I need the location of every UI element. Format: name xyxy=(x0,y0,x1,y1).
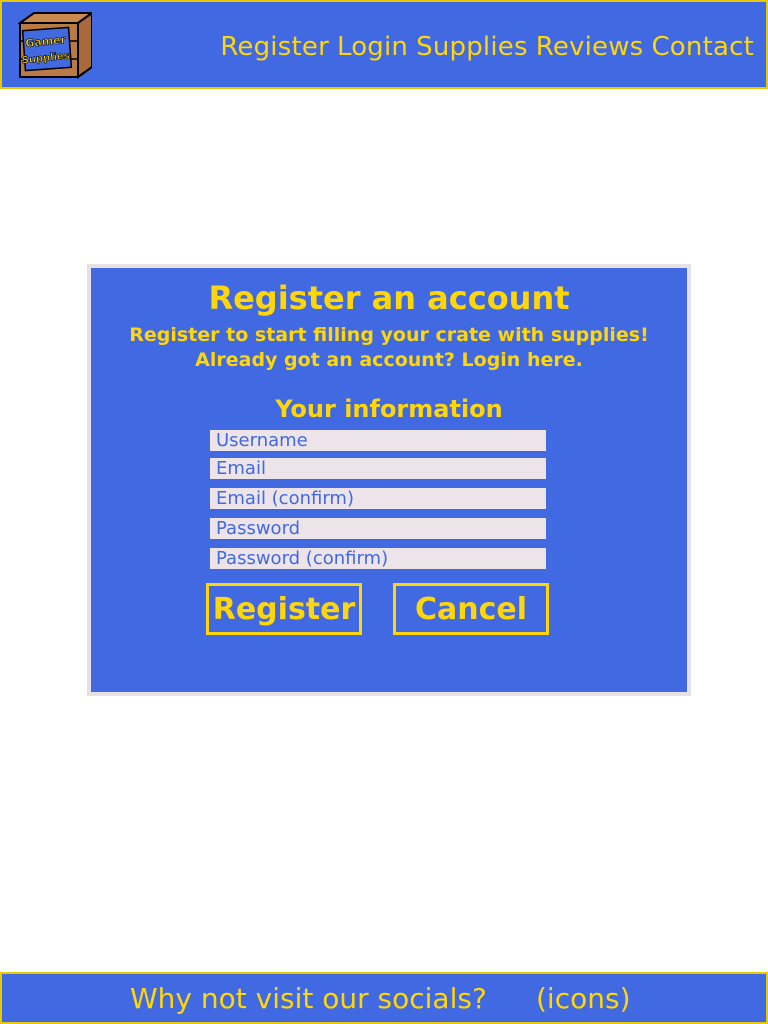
nav-supplies[interactable]: Supplies xyxy=(416,32,528,62)
nav-login[interactable]: Login xyxy=(337,32,408,62)
password-field[interactable] xyxy=(210,518,546,539)
main-nav: Register Login Supplies Reviews Contact xyxy=(220,32,754,62)
email-field[interactable] xyxy=(210,458,546,479)
site-header: Gamer Supplies Register Login Supplies R… xyxy=(0,0,768,89)
section-title-your-information: Your information xyxy=(275,395,503,423)
password-confirm-field[interactable] xyxy=(210,548,546,569)
register-title: Register an account xyxy=(208,279,570,317)
email-confirm-field[interactable] xyxy=(210,488,546,509)
nav-register[interactable]: Register xyxy=(220,32,329,62)
register-button[interactable]: Register xyxy=(206,583,362,635)
register-subtitle: Register to start filling your crate wit… xyxy=(129,324,649,346)
register-panel: Register an account Register to start fi… xyxy=(87,264,691,696)
nav-contact[interactable]: Contact xyxy=(651,32,754,62)
cancel-button[interactable]: Cancel xyxy=(393,583,549,635)
nav-reviews[interactable]: Reviews xyxy=(536,32,644,62)
site-footer: Why not visit our socials? (icons) xyxy=(0,972,768,1024)
gamer-supplies-logo[interactable]: Gamer Supplies xyxy=(18,11,92,79)
social-icons-placeholder[interactable]: (icons) xyxy=(536,982,631,1015)
username-field[interactable] xyxy=(210,430,546,451)
login-prompt-link[interactable]: Already got an account? Login here. xyxy=(91,349,687,371)
socials-text: Why not visit our socials? xyxy=(130,982,487,1015)
